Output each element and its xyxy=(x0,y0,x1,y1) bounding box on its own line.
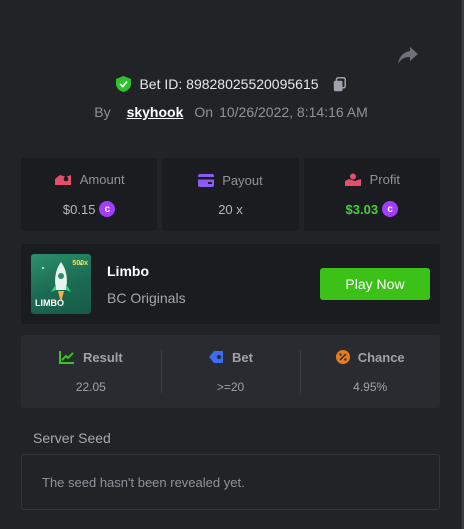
game-thumbnail[interactable]: 500x LIMBO xyxy=(31,254,91,314)
stat-label: Profit xyxy=(369,172,400,187)
play-now-button[interactable]: Play Now xyxy=(320,268,430,300)
wallet-icon xyxy=(198,173,215,187)
thumb-label: LIMBO xyxy=(35,298,64,308)
stat-amount: Amount $0.15 c xyxy=(21,158,158,231)
game-name: Limbo xyxy=(107,263,149,279)
amount-icon xyxy=(54,174,71,185)
bet-id-row: Bet ID: 89828025520095615 xyxy=(0,76,462,92)
chance-cell: Chance 4.95% xyxy=(300,335,440,408)
bet-detail-panel: Bet ID: 89828025520095615 By skyhook On … xyxy=(0,0,462,529)
tag-icon xyxy=(209,351,224,363)
profit-icon xyxy=(344,173,361,186)
server-seed-label: Server Seed xyxy=(33,430,111,446)
server-seed-box: The seed hasn't been revealed yet. xyxy=(21,454,440,510)
stat-profit: Profit $3.03 c xyxy=(303,158,440,231)
bet-target-label: Bet xyxy=(232,349,253,365)
on-label: On xyxy=(194,104,214,120)
thumb-badge: 500x xyxy=(72,260,88,267)
stat-value: 20 x xyxy=(218,201,243,217)
percent-icon xyxy=(335,350,350,364)
bet-id: Bet ID: 89828025520095615 xyxy=(139,76,319,92)
result-value: 22.05 xyxy=(75,379,106,394)
stat-value: $3.03 xyxy=(345,201,379,217)
stat-value: $0.15 xyxy=(62,201,96,217)
bet-datetime: 10/26/2022, 8:14:16 AM xyxy=(219,104,368,120)
stat-label: Payout xyxy=(222,172,263,188)
coin-icon: c xyxy=(382,201,399,217)
coin-icon: c xyxy=(99,201,116,217)
share-icon[interactable] xyxy=(397,46,419,66)
bet-results: Result 22.05 Bet >=20 Chance 4.95% xyxy=(21,335,440,408)
stat-label: Amount xyxy=(79,172,125,187)
bet-target-value: >=20 xyxy=(216,379,245,394)
by-label: By xyxy=(94,104,111,120)
chart-icon xyxy=(58,351,74,364)
verified-shield-icon xyxy=(116,76,132,92)
username-link[interactable]: skyhook xyxy=(127,104,184,120)
chance-value: 4.95% xyxy=(353,379,388,394)
result-cell: Result 22.05 xyxy=(21,335,161,408)
game-card: 500x LIMBO Limbo BC Originals Play Now xyxy=(21,244,440,324)
bet-target-cell: Bet >=20 xyxy=(160,335,301,408)
bet-stats: Amount $0.15 c Payout 20 x Profit $3.03 … xyxy=(21,158,440,231)
bet-meta-row: By skyhook On 10/26/2022, 8:14:16 AM xyxy=(0,104,462,120)
server-seed-message: The seed hasn't been revealed yet. xyxy=(42,474,245,490)
chance-label: Chance xyxy=(357,349,405,365)
copy-icon[interactable] xyxy=(333,76,346,92)
result-label: Result xyxy=(82,349,123,365)
game-provider: BC Originals xyxy=(107,290,186,306)
stat-payout: Payout 20 x xyxy=(162,158,299,231)
